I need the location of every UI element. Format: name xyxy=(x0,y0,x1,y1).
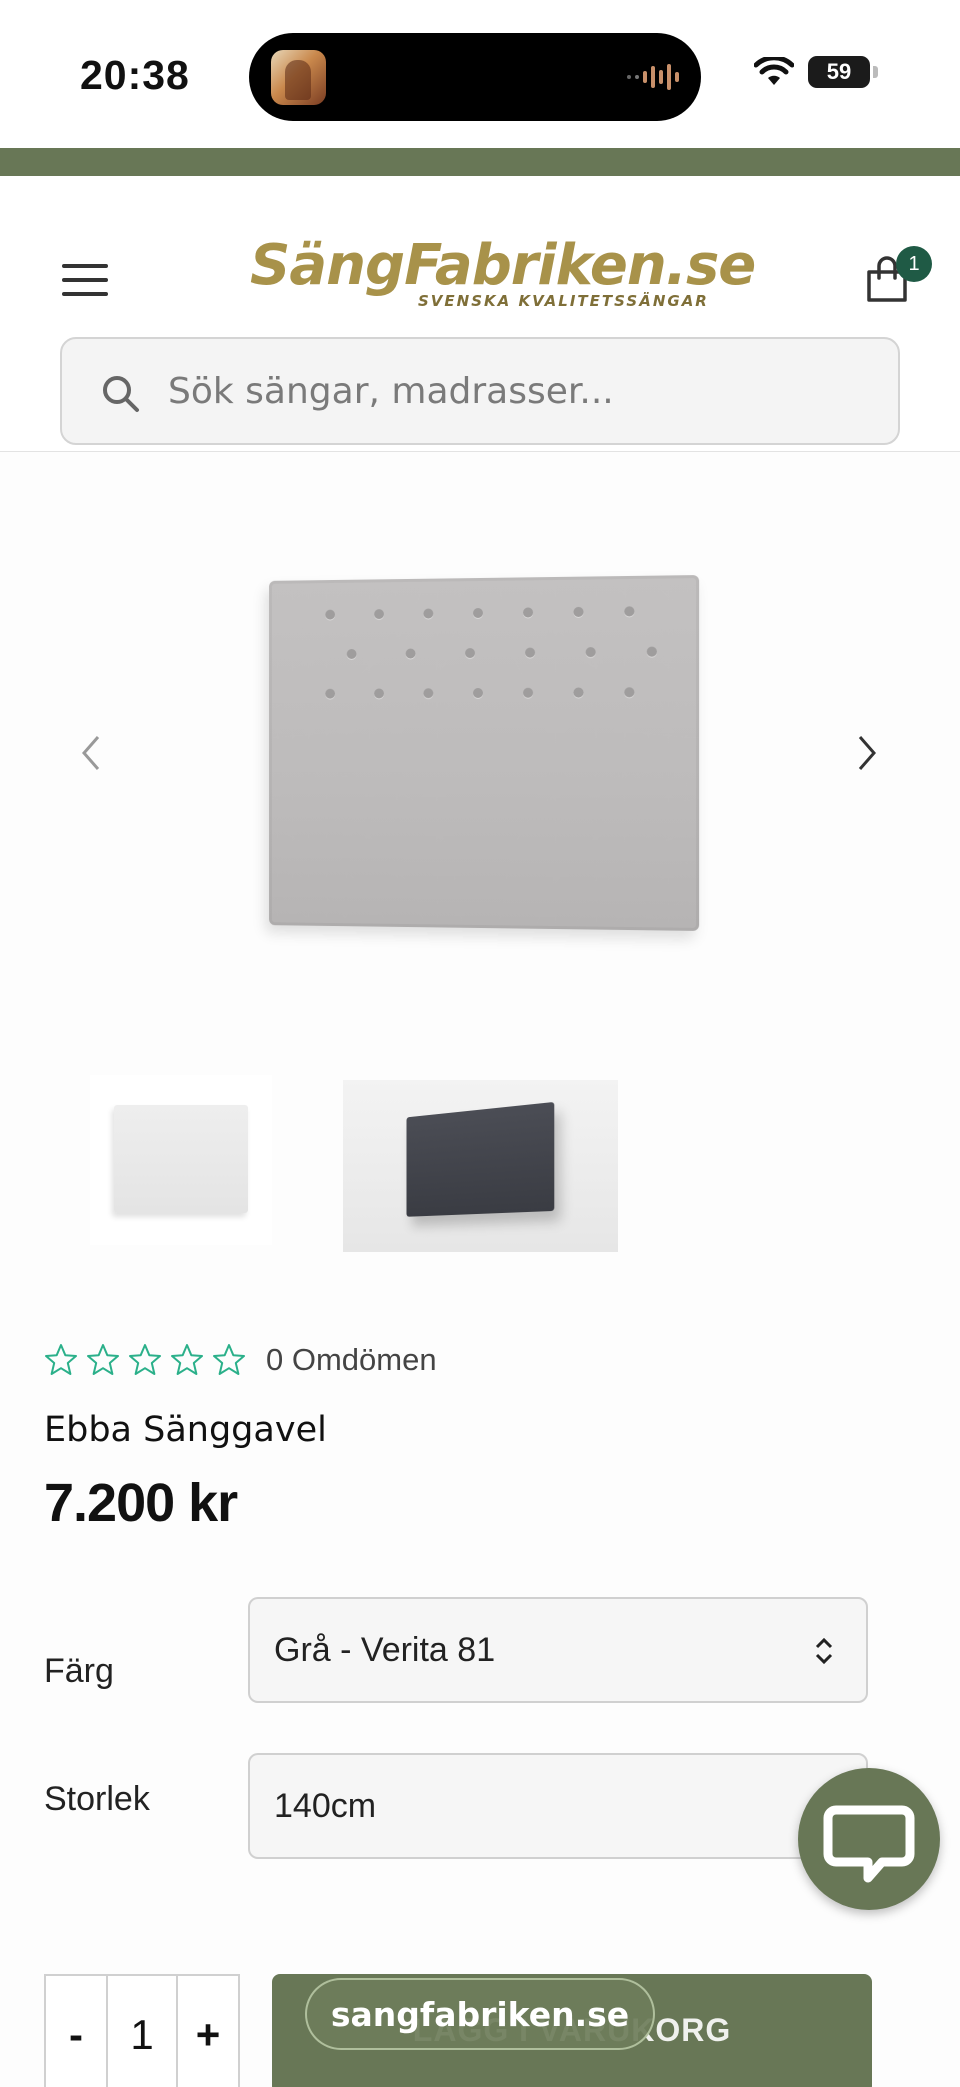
size-select[interactable]: 140cm xyxy=(248,1753,868,1859)
now-playing-artwork xyxy=(271,50,326,105)
color-select-value: Grå - Verita 81 xyxy=(274,1631,496,1669)
quantity-increase-button[interactable]: + xyxy=(178,1976,238,2087)
star-icon xyxy=(213,1344,245,1375)
audio-waveform-icon xyxy=(627,63,679,91)
wifi-icon xyxy=(754,57,794,85)
battery-icon: 59 xyxy=(808,56,878,88)
product-gallery[interactable] xyxy=(0,453,960,1053)
star-rating xyxy=(44,1343,246,1377)
product-title: Ebba Sänggavel xyxy=(44,1410,327,1450)
quantity-stepper: - 1 + xyxy=(44,1974,240,2087)
cart-count-badge: 1 xyxy=(896,246,932,282)
star-icon xyxy=(171,1344,203,1375)
hamburger-menu-icon[interactable] xyxy=(62,262,108,298)
size-select-value: 140cm xyxy=(274,1787,377,1825)
chat-bubble-icon xyxy=(823,1805,915,1883)
browser-url-pill[interactable]: sangfabriken.se xyxy=(305,1978,655,2050)
search-icon xyxy=(103,376,139,412)
chevron-left-icon[interactable] xyxy=(70,723,110,783)
battery-level: 59 xyxy=(826,59,852,84)
product-price: 7.200 kr xyxy=(44,1473,238,1533)
status-indicators: 59 xyxy=(754,56,878,88)
site-logo[interactable]: SängFabriken.se SVENSKA KVALITETSSÄNGAR xyxy=(250,233,756,318)
select-chevron-icon xyxy=(815,1637,833,1665)
star-icon xyxy=(129,1344,161,1375)
thumbnail-image xyxy=(406,1101,555,1217)
thumbnail-light-grey[interactable] xyxy=(90,1075,272,1245)
star-icon xyxy=(87,1344,119,1375)
logo-tagline: SVENSKA KVALITETSSÄNGAR xyxy=(418,292,709,310)
promo-banner[interactable] xyxy=(0,148,960,176)
review-count[interactable]: 0 Omdömen xyxy=(266,1342,437,1378)
quantity-value[interactable]: 1 xyxy=(106,1976,178,2087)
site-header: SängFabriken.se SVENSKA KVALITETSSÄNGAR … xyxy=(0,176,960,452)
quantity-decrease-button[interactable]: - xyxy=(46,1976,106,2087)
color-select[interactable]: Grå - Verita 81 xyxy=(248,1597,868,1703)
search-bar[interactable] xyxy=(60,337,900,445)
color-label: Färg xyxy=(44,1652,114,1690)
thumbnail-dark-grey[interactable] xyxy=(343,1080,618,1252)
product-rating[interactable]: 0 Omdömen xyxy=(44,1342,437,1378)
chat-button[interactable] xyxy=(798,1768,940,1910)
star-icon xyxy=(45,1344,77,1375)
status-time: 20:38 xyxy=(80,52,190,98)
status-bar: 20:38 59 xyxy=(0,0,960,148)
search-input[interactable] xyxy=(168,339,868,443)
logo-wordmark: SängFabriken.se xyxy=(250,233,756,298)
product-image xyxy=(269,575,700,931)
thumbnail-image xyxy=(114,1105,248,1213)
chevron-right-icon[interactable] xyxy=(848,723,888,783)
size-label: Storlek xyxy=(44,1780,150,1818)
dynamic-island[interactable] xyxy=(249,33,701,121)
